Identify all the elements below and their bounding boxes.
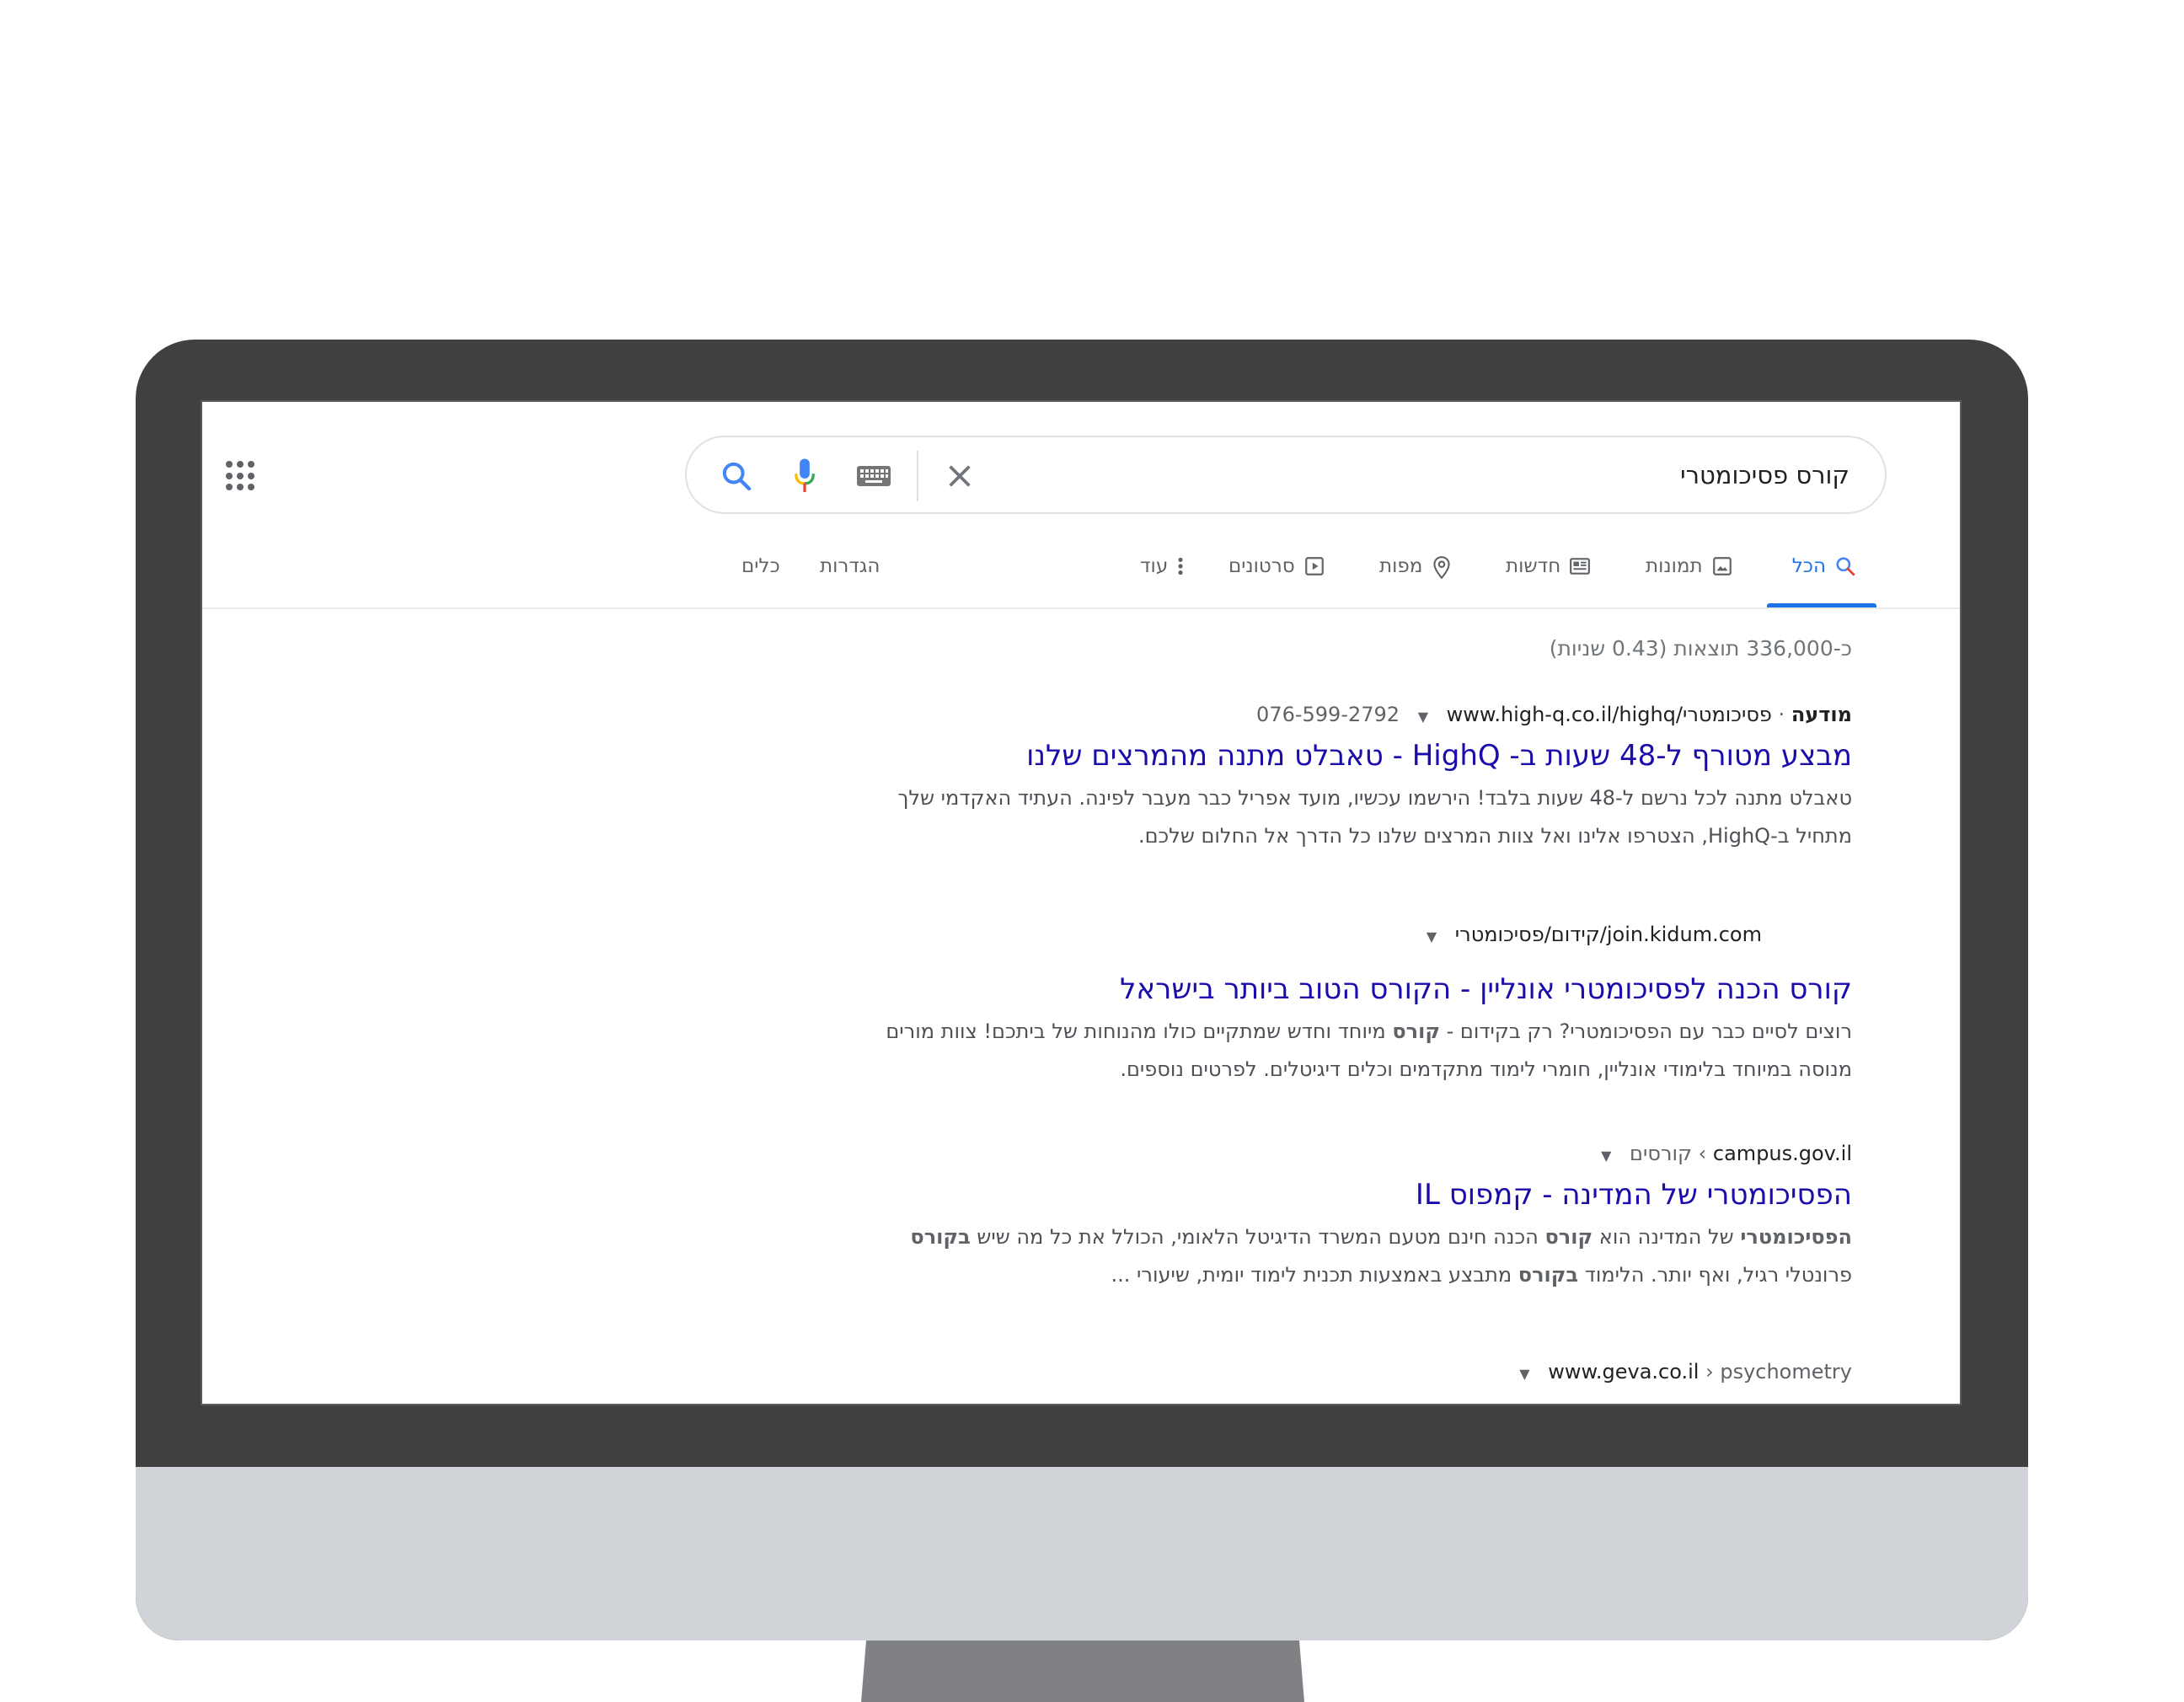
tab-all[interactable]: הכל xyxy=(1767,545,1876,607)
result-cite: campus.gov.il › קורסים ▼ xyxy=(757,1139,1852,1168)
result-snippet: הפסיכומטרי של המדינה הוא קורס הכנה חינם … xyxy=(757,1218,1852,1294)
snippet-line: רוצים לסיים כבר עם הפסיכומטרי? רק בקידום… xyxy=(757,1013,1852,1051)
result-title[interactable]: קורס הכנה לפסיכומטרי אונליין - הקורס הטו… xyxy=(757,971,1852,1008)
snippet-highlight: קורס xyxy=(1544,1225,1593,1249)
snippet-line: מתחיל ב-HighQ, הצטרפו אלינו ואל צוות המר… xyxy=(1138,824,1852,848)
snippet-highlight: בקורס xyxy=(1518,1263,1579,1287)
apps-grid-icon[interactable] xyxy=(226,461,256,491)
tab-label: הכל xyxy=(1791,555,1826,577)
image-icon xyxy=(1712,557,1732,575)
settings-link[interactable]: הגדרות xyxy=(820,545,880,607)
snippet-text: פרונטלי רגיל, ואף יותר. הלימוד xyxy=(1578,1263,1852,1287)
snippet-highlight: הפסיכומטרי xyxy=(1740,1225,1852,1249)
result-breadcrumb: › psychometry xyxy=(1705,1360,1852,1384)
search-result: www.geva.co.il › psychometry ▼ xyxy=(757,1357,1852,1386)
monitor-chin xyxy=(136,1467,2028,1640)
snippet-text: מתבצע באמצעות תכנית לימוד יומית, שיעורי … xyxy=(1111,1263,1518,1287)
result-cite: join.kidum.com/קידום/פסיכומטרי ▼ xyxy=(666,920,1762,949)
snippet-highlight: קורס xyxy=(1392,1020,1440,1043)
microphone-icon[interactable] xyxy=(784,456,825,496)
more-vert-icon xyxy=(1178,557,1183,575)
tab-label: סרטונים xyxy=(1228,555,1295,577)
search-icon[interactable] xyxy=(716,456,757,496)
snippet-text: מיוחד וחדש שמתקיים כולו מהנוחות של ביתכם… xyxy=(886,1020,1393,1043)
cite-separator: · xyxy=(1771,703,1785,726)
tabs-divider xyxy=(202,607,1960,609)
settings-label: הגדרות xyxy=(820,555,881,577)
tab-label: עוד xyxy=(1140,555,1169,577)
search-box-divider xyxy=(917,451,918,501)
result-domain[interactable]: www.geva.co.il xyxy=(1548,1360,1699,1384)
tools-link[interactable]: כלים xyxy=(741,545,780,607)
result-cite: www.geva.co.il › psychometry ▼ xyxy=(757,1357,1852,1386)
search-icon xyxy=(1836,557,1855,576)
result-url[interactable]: www.high-q.co.il/highq/פסיכומטרי xyxy=(1447,703,1772,726)
result-title[interactable]: הפסיכומטרי של המדינה - קמפוס IL xyxy=(757,1176,1852,1213)
tab-label: חדשות xyxy=(1506,555,1561,577)
tab-videos[interactable]: סרטונים xyxy=(1228,545,1325,607)
tab-more[interactable]: עוד xyxy=(1140,545,1185,607)
search-tabs: הכל תמונות חדשות מפות סרטונים עוד הגדרות… xyxy=(202,545,1960,607)
caret-down-icon[interactable]: ▼ xyxy=(1418,709,1428,725)
result-breadcrumb: › קורסים xyxy=(1630,1142,1707,1165)
browser-screen: הכל תמונות חדשות מפות סרטונים עוד הגדרות… xyxy=(202,402,1960,1404)
tab-label: מפות xyxy=(1379,555,1423,577)
search-result: campus.gov.il › קורסים ▼ הפסיכומטרי של ה… xyxy=(757,1139,1852,1294)
search-result: join.kidum.com/קידום/פסיכומטרי ▼ xyxy=(666,920,1762,949)
search-result-body: קורס הכנה לפסיכומטרי אונליין - הקורס הטו… xyxy=(757,962,1852,1089)
keyboard-icon[interactable] xyxy=(854,456,894,496)
result-title[interactable]: מבצע מטורף ל-48 שעות ב- HighQ - טאבלט מת… xyxy=(757,737,1852,774)
tools-label: כלים xyxy=(741,555,780,577)
caret-down-icon[interactable]: ▼ xyxy=(1601,1148,1611,1164)
tab-news[interactable]: חדשות xyxy=(1506,545,1591,607)
snippet-line: מנוסה במיוחד בלימודי אונליין, חומרי לימו… xyxy=(1120,1057,1852,1081)
result-snippet: טאבלט מתנה לכל נרשם ל-48 שעות בלבד! הירש… xyxy=(757,779,1852,855)
ad-phone[interactable]: 076-599-2792 xyxy=(1256,703,1400,726)
result-domain[interactable]: campus.gov.il xyxy=(1713,1142,1852,1165)
tab-images[interactable]: תמונות xyxy=(1646,545,1733,607)
video-icon xyxy=(1304,557,1324,575)
result-snippet: רוצים לסיים כבר עם הפסיכומטרי? רק בקידום… xyxy=(757,1013,1852,1089)
result-stats: כ-336,000 תוצאות (0.43 שניות) xyxy=(1549,636,1852,661)
search-input[interactable] xyxy=(1005,452,1851,498)
tab-label: תמונות xyxy=(1646,555,1703,577)
snippet-line: הפסיכומטרי של המדינה הוא קורס הכנה חינם … xyxy=(757,1218,1852,1256)
result-cite: מודעה · www.high-q.co.il/highq/פסיכומטרי… xyxy=(757,700,1852,729)
search-result-ad: מודעה · www.high-q.co.il/highq/פסיכומטרי… xyxy=(757,700,1852,855)
map-pin-icon xyxy=(1433,556,1451,580)
clear-search-icon[interactable] xyxy=(939,456,980,496)
search-box xyxy=(685,436,1887,514)
snippet-text: רוצים לסיים כבר עם הפסיכומטרי? רק בקידום… xyxy=(1439,1020,1852,1043)
snippet-text: של המדינה הוא xyxy=(1592,1225,1741,1249)
ad-label: מודעה xyxy=(1791,703,1852,726)
caret-down-icon[interactable]: ▼ xyxy=(1519,1366,1529,1382)
snippet-line: פרונטלי רגיל, ואף יותר. הלימוד בקורס מתב… xyxy=(757,1256,1852,1294)
snippet-text: הכנה חינם מטעם המשרד הדיגיטל הלאומי, הכו… xyxy=(970,1225,1545,1249)
news-icon xyxy=(1570,558,1591,575)
snippet-line: טאבלט מתנה לכל נרשם ל-48 שעות בלבד! הירש… xyxy=(897,786,1852,810)
tab-maps[interactable]: מפות xyxy=(1379,545,1453,607)
result-url[interactable]: join.kidum.com/קידום/פסיכומטרי xyxy=(1455,923,1762,946)
snippet-highlight: בקורס xyxy=(910,1225,971,1249)
monitor-stand xyxy=(861,1640,1304,1702)
caret-down-icon[interactable]: ▼ xyxy=(1427,929,1437,945)
